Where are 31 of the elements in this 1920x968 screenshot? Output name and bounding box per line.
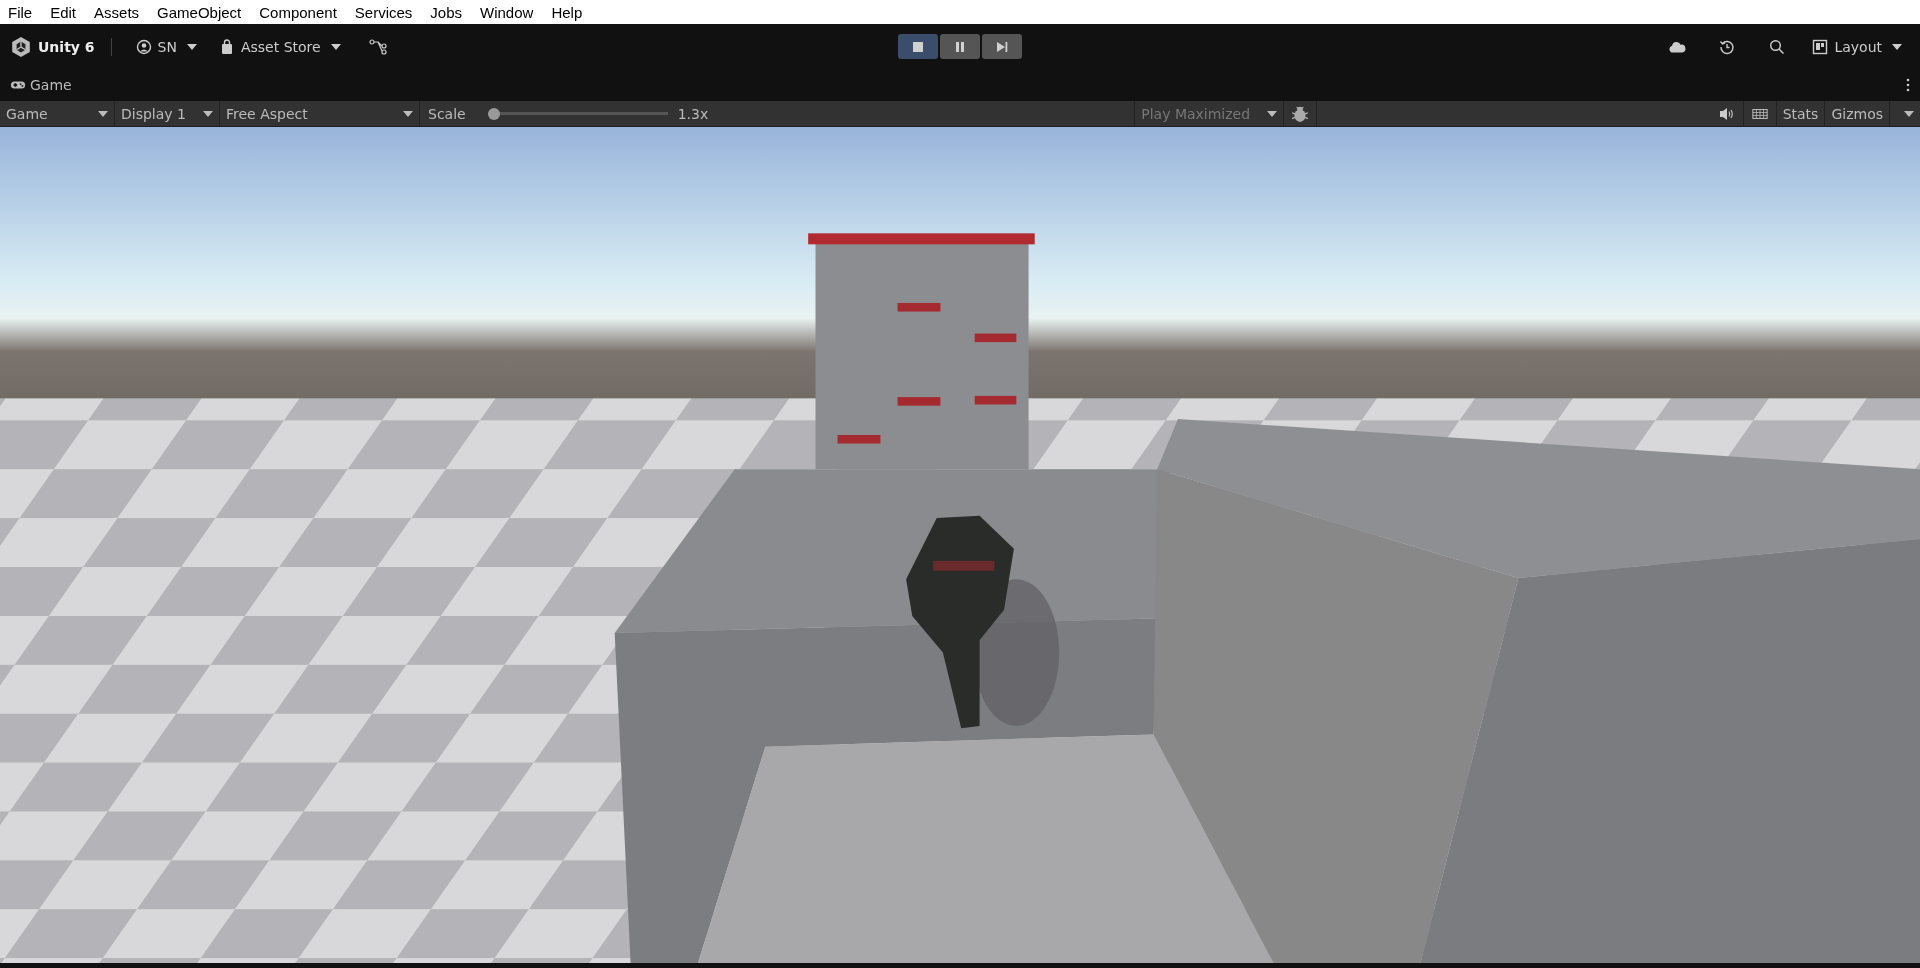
menu-item[interactable]: GameObject (153, 3, 250, 21)
layout-dropdown[interactable]: Layout (1804, 34, 1910, 59)
more-options-icon[interactable] (1906, 78, 1910, 92)
stop-button[interactable] (898, 34, 938, 59)
product-name: Unity 6 (38, 38, 95, 55)
bug-icon[interactable] (1291, 104, 1310, 123)
account-dropdown[interactable]: SN (127, 34, 205, 59)
asset-store-dropdown[interactable]: Asset Store (210, 34, 349, 59)
layout-icon (1812, 38, 1829, 55)
menu-item[interactable]: Assets (90, 3, 148, 21)
version-control-icon[interactable] (368, 38, 387, 55)
step-button[interactable] (982, 34, 1022, 59)
speaker-icon[interactable] (1718, 105, 1735, 122)
stop-icon (911, 39, 925, 54)
scale-label: Scale (428, 105, 466, 122)
menu-item[interactable]: Help (547, 3, 591, 21)
menu-item[interactable]: File (4, 3, 41, 21)
scale-value: 1.3x (677, 105, 709, 122)
game-tab[interactable]: Game (10, 75, 72, 95)
pause-icon (953, 39, 967, 54)
menu-item[interactable]: Jobs (426, 3, 471, 21)
pause-button[interactable] (940, 34, 980, 59)
menu-item[interactable]: Component (255, 3, 345, 21)
account-icon (135, 38, 152, 55)
step-icon (995, 39, 1009, 54)
menu-item[interactable]: Edit (46, 3, 85, 21)
menu-item[interactable]: Window (476, 3, 542, 21)
history-icon[interactable] (1718, 38, 1737, 55)
menu-item[interactable]: Services (350, 3, 421, 21)
search-icon[interactable] (1768, 38, 1787, 55)
cube-logo-icon (10, 35, 32, 58)
